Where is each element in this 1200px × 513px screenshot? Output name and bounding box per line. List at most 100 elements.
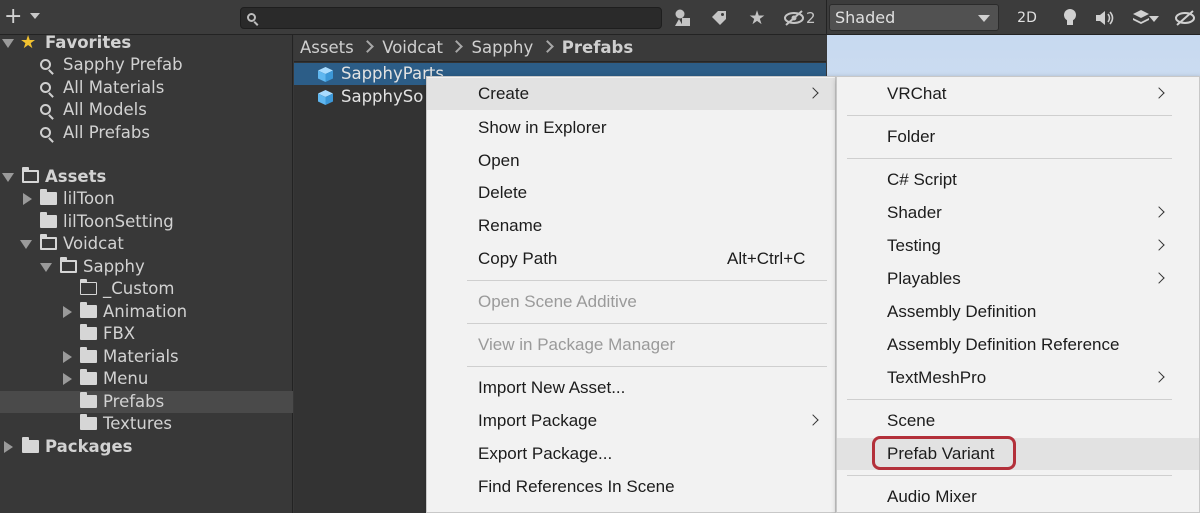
menu-item-csharp-script[interactable]: C# Script <box>837 164 1199 196</box>
favorite-all-models[interactable]: All Models <box>0 99 293 121</box>
hidden-objects-toggle-button[interactable] <box>1171 6 1199 30</box>
tree-item-liltoon[interactable]: lilToon <box>0 188 293 210</box>
chevron-down-icon <box>30 13 40 19</box>
filter-type-icon <box>675 9 690 26</box>
tree-item-label: All Prefabs <box>63 123 150 142</box>
tree-item-custom[interactable]: _Custom <box>0 278 293 300</box>
tree-item-liltoon-setting[interactable]: lilToonSetting <box>0 211 293 233</box>
tree-item-textures[interactable]: Textures <box>0 413 293 435</box>
tree-item-materials[interactable]: Materials <box>0 346 293 368</box>
favorite-sapphy-prefab[interactable]: Sapphy Prefab <box>0 54 293 76</box>
toggle-2d-button[interactable]: 2D <box>1010 6 1044 30</box>
search-input[interactable] <box>261 9 656 27</box>
search-icon <box>40 127 51 138</box>
lighting-toggle-button[interactable] <box>1056 6 1084 30</box>
add-asset-button[interactable]: + <box>4 5 44 29</box>
tree-item-label: lilToon <box>63 189 115 208</box>
menu-item-label: C# Script <box>887 170 957 189</box>
favorite-all-prefabs[interactable]: All Prefabs <box>0 122 293 144</box>
tree-item-sapphy[interactable]: Sapphy <box>0 256 293 278</box>
fold-closed-icon[interactable] <box>63 351 72 363</box>
chevron-right-icon <box>1153 371 1165 383</box>
chevron-right-icon <box>1153 206 1165 218</box>
hidden-packages-button[interactable] <box>782 6 806 30</box>
menu-item-find-references[interactable]: Find References In Scene <box>427 471 835 503</box>
tree-item-label: Favorites <box>45 33 132 52</box>
favorites-filter-button[interactable]: ★ <box>745 6 769 30</box>
scene-toolbar: Shaded 2D <box>826 0 1200 35</box>
chevron-down-icon <box>1149 16 1159 22</box>
breadcrumb-item-sapphy[interactable]: Sapphy <box>472 35 534 61</box>
menu-item-assembly-definition[interactable]: Assembly Definition <box>837 296 1199 328</box>
filter-by-label-button[interactable] <box>708 6 730 30</box>
tree-item-assets[interactable]: Assets <box>0 166 293 188</box>
chevron-right-icon <box>539 41 557 53</box>
fold-closed-icon[interactable] <box>63 373 72 385</box>
tag-icon <box>712 11 726 25</box>
breadcrumb-item-assets[interactable]: Assets <box>300 35 354 61</box>
audio-toggle-button[interactable] <box>1091 6 1119 30</box>
tree-item-voidcat[interactable]: Voidcat <box>0 233 293 255</box>
tree-item-favorites[interactable]: ★ Favorites <box>0 32 293 54</box>
fold-closed-icon[interactable] <box>63 306 72 318</box>
folder-icon <box>80 324 97 340</box>
tree-item-packages[interactable]: Packages <box>0 436 293 458</box>
breadcrumb-item-prefabs[interactable]: Prefabs <box>562 35 633 61</box>
menu-item-export-package[interactable]: Export Package... <box>427 438 835 470</box>
menu-item-assembly-definition-reference[interactable]: Assembly Definition Reference <box>837 329 1199 361</box>
menu-item-show-in-explorer[interactable]: Show in Explorer <box>427 112 835 144</box>
menu-item-shader[interactable]: Shader <box>837 197 1199 229</box>
fold-open-icon[interactable] <box>2 173 14 182</box>
menu-item-label: Folder <box>887 127 936 146</box>
shading-mode-value: Shaded <box>835 8 896 27</box>
fold-open-icon[interactable] <box>20 240 32 249</box>
menu-item-textmeshpro[interactable]: TextMeshPro <box>837 362 1199 394</box>
folder-icon <box>80 302 97 318</box>
search-icon <box>247 13 256 22</box>
fold-closed-icon[interactable] <box>4 441 13 453</box>
menu-item-label: Shader <box>887 203 942 222</box>
unity-editor: + ★ 2 Shaded 2D ★ Favorites Sapphy Prefa… <box>0 0 1200 513</box>
menu-separator <box>847 475 1172 476</box>
menu-item-vrchat[interactable]: VRChat <box>837 78 1199 110</box>
chevron-right-icon <box>1153 239 1165 251</box>
tree-item-animation[interactable]: Animation <box>0 301 293 323</box>
effects-dropdown-button[interactable] <box>1125 6 1161 30</box>
menu-item-open[interactable]: Open <box>427 145 835 177</box>
menu-item-open-scene-additive: Open Scene Additive <box>427 286 835 318</box>
menu-item-import-package[interactable]: Import Package <box>427 405 835 437</box>
menu-item-testing[interactable]: Testing <box>837 230 1199 262</box>
menu-item-folder[interactable]: Folder <box>837 121 1199 153</box>
filter-by-type-button[interactable] <box>672 6 694 30</box>
menu-item-audio-mixer[interactable]: Audio Mixer <box>837 481 1199 513</box>
menu-item-delete[interactable]: Delete <box>427 177 835 209</box>
menu-separator <box>847 115 1172 116</box>
shading-mode-dropdown[interactable]: Shaded <box>829 4 999 31</box>
menu-item-view-in-package-manager: View in Package Manager <box>427 329 835 361</box>
chevron-right-icon <box>359 41 377 53</box>
context-menu: Create Show in Explorer Open Delete Rena… <box>426 76 836 513</box>
menu-item-import-new-asset[interactable]: Import New Asset... <box>427 372 835 404</box>
fold-open-icon[interactable] <box>40 263 52 272</box>
fold-closed-icon[interactable] <box>23 193 32 205</box>
menu-item-scene[interactable]: Scene <box>837 405 1199 437</box>
tree-item-prefabs[interactable]: Prefabs <box>0 391 293 413</box>
chevron-right-icon <box>448 41 466 53</box>
menu-item-label: Delete <box>478 183 528 202</box>
menu-item-playables[interactable]: Playables <box>837 263 1199 295</box>
tree-item-menu[interactable]: Menu <box>0 368 293 390</box>
tree-item-label: Prefabs <box>103 392 165 411</box>
menu-separator <box>847 399 1172 400</box>
search-field[interactable] <box>240 7 662 29</box>
menu-item-create[interactable]: Create <box>427 78 835 110</box>
star-icon: ★ <box>748 7 766 29</box>
menu-item-label: Scene <box>887 411 936 430</box>
fold-open-icon[interactable] <box>2 39 14 48</box>
tree-item-fbx[interactable]: FBX <box>0 323 293 345</box>
breadcrumb-item-voidcat[interactable]: Voidcat <box>382 35 443 61</box>
menu-item-rename[interactable]: Rename <box>427 210 835 242</box>
search-icon <box>40 59 51 70</box>
favorite-all-materials[interactable]: All Materials <box>0 77 293 99</box>
menu-item-copy-path[interactable]: Copy Path Alt+Ctrl+C <box>427 243 835 275</box>
menu-item-label: Audio Mixer <box>887 487 977 506</box>
